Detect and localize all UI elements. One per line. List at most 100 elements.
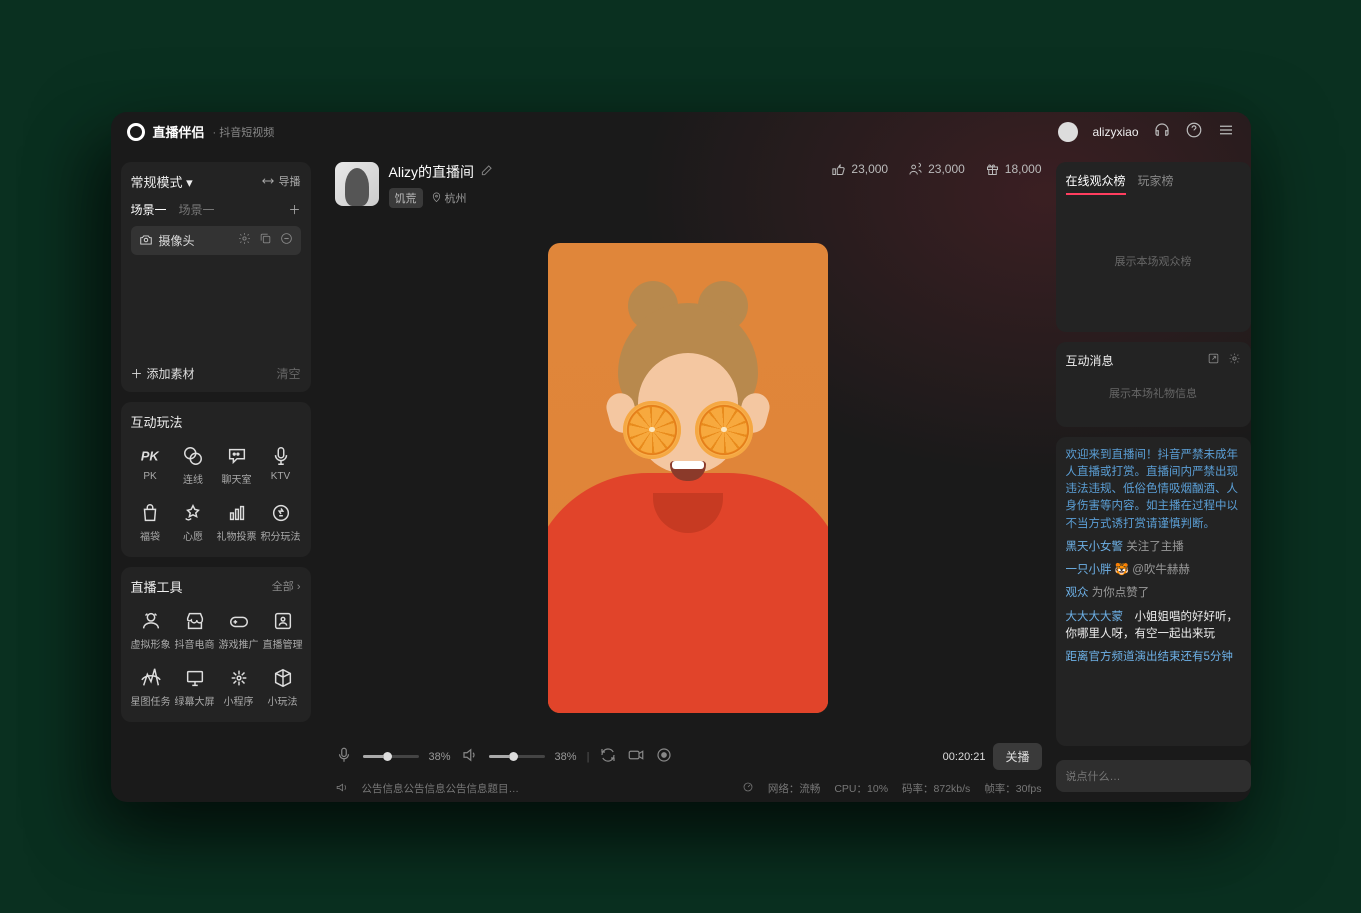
category-tag[interactable]: 饥荒: [389, 188, 423, 208]
chat-message: 一只小胖 🐯 @吹牛赫赫: [1066, 562, 1241, 579]
mic-volume-slider[interactable]: [363, 755, 419, 758]
mic-icon[interactable]: [335, 746, 353, 767]
tool-pk[interactable]: PKPK: [131, 441, 170, 490]
help-icon[interactable]: [1185, 121, 1203, 142]
chat-icon: [226, 445, 248, 467]
status-bitrate: 码率：872kb/s: [902, 781, 970, 796]
app-icon: [228, 667, 250, 689]
gift-msg-title: 互动消息: [1066, 352, 1114, 369]
add-scene-button[interactable]: ＋: [288, 201, 300, 218]
source-copy-icon[interactable]: [259, 232, 272, 248]
director-button[interactable]: 导播: [261, 173, 301, 189]
tools-section-title: 直播工具: [131, 577, 183, 596]
link-icon: [182, 445, 204, 467]
tool-screen[interactable]: 绿幕大屏: [175, 663, 215, 712]
pk-icon: PK: [139, 445, 161, 467]
star-icon: [140, 667, 162, 689]
location-tag[interactable]: 杭州: [431, 190, 467, 206]
chat-panel: 欢迎来到直播间！抖音严禁未成年人直播或打赏。直播间内严禁出现违法违规、低俗色情吸…: [1056, 437, 1251, 746]
tab-online-audience[interactable]: 在线观众榜: [1066, 172, 1126, 195]
app-title: 直播伴侣: [153, 122, 205, 141]
system-message: 欢迎来到直播间！抖音严禁未成年人直播或打赏。直播间内严禁出现违法违规、低俗色情吸…: [1066, 447, 1241, 533]
gift-settings-icon[interactable]: [1228, 352, 1241, 368]
dashboard-icon[interactable]: [742, 781, 754, 796]
announcement-text: 公告信息公告信息公告信息题目…: [362, 781, 520, 796]
menu-icon[interactable]: [1217, 121, 1235, 142]
stat-likes: 23,000: [831, 162, 888, 177]
stream-preview[interactable]: [548, 243, 828, 713]
tool-app[interactable]: 小程序: [219, 663, 259, 712]
tool-mic[interactable]: KTV: [261, 441, 301, 490]
cube-icon: [272, 667, 294, 689]
tool-manage[interactable]: 直播管理: [263, 606, 303, 655]
camera-icon[interactable]: [627, 746, 645, 767]
tools-more-button[interactable]: 全部 ›: [272, 578, 301, 594]
status-cpu: CPU：10%: [834, 781, 888, 796]
status-fps: 帧率：30fps: [984, 781, 1041, 796]
coin-icon: [270, 502, 292, 524]
chat-message: 黑天小女警 关注了主播: [1066, 539, 1241, 556]
refresh-icon[interactable]: [599, 746, 617, 767]
scene-panel: 常规模式 ▾ 导播 场景一 场景一 ＋ 摄像头: [121, 162, 311, 392]
tool-bag[interactable]: 福袋: [131, 498, 170, 547]
mic-icon: [270, 445, 292, 467]
manage-icon: [272, 610, 294, 632]
bag-icon: [139, 502, 161, 524]
tool-chat[interactable]: 聊天室: [217, 441, 257, 490]
chat-input[interactable]: 说点什么…: [1056, 760, 1251, 792]
tool-link[interactable]: 连线: [174, 441, 213, 490]
speaker-volume-slider[interactable]: [489, 755, 545, 758]
host-avatar[interactable]: [335, 162, 379, 206]
source-settings-icon[interactable]: [238, 232, 251, 248]
chat-message: 距离官方频道演出结束还有5分钟: [1066, 649, 1241, 666]
status-network: 网络：流畅: [768, 781, 821, 796]
audience-empty-text: 展示本场观众榜: [1066, 201, 1241, 322]
vote-icon: [226, 502, 248, 524]
tool-shop[interactable]: 抖音电商: [175, 606, 215, 655]
shop-icon: [184, 610, 206, 632]
tool-wish[interactable]: 心愿: [174, 498, 213, 547]
source-camera-item[interactable]: 摄像头: [131, 226, 301, 255]
popout-icon[interactable]: [1207, 352, 1220, 368]
end-stream-button[interactable]: 关播: [993, 743, 1041, 770]
room-title: Alizy的直播间: [389, 162, 475, 182]
stat-viewers: 23,000: [908, 162, 965, 177]
clear-button[interactable]: 清空: [276, 365, 300, 382]
svg-text:PK: PK: [141, 448, 161, 463]
interactive-play-panel: 互动玩法 PKPK连线聊天室KTV 福袋心愿礼物投票积分玩法: [121, 402, 311, 557]
user-name[interactable]: alizyxiao: [1092, 125, 1138, 139]
audience-panel: 在线观众榜 玩家榜 展示本场观众榜: [1056, 162, 1251, 332]
chat-message: 观众 为你点赞了: [1066, 585, 1241, 602]
user-avatar[interactable]: [1058, 122, 1078, 142]
speaker-icon[interactable]: [461, 746, 479, 767]
tool-game[interactable]: 游戏推广: [219, 606, 259, 655]
tab-players[interactable]: 玩家榜: [1138, 172, 1174, 195]
game-icon: [228, 610, 250, 632]
screen-icon: [184, 667, 206, 689]
gift-message-panel: 互动消息 展示本场礼物信息: [1056, 342, 1251, 427]
app-subtitle: · 抖音短视频: [213, 124, 275, 140]
add-material-button[interactable]: ＋ 添加素材: [131, 365, 195, 382]
live-tools-panel: 直播工具 全部 › 虚拟形象抖音电商游戏推广直播管理星图任务绿幕大屏小程序小玩法: [121, 567, 311, 722]
mode-selector[interactable]: 常规模式 ▾: [131, 172, 193, 191]
speaker-volume-value: 38%: [555, 751, 577, 763]
record-icon[interactable]: [655, 746, 673, 767]
source-delete-icon[interactable]: [280, 232, 293, 248]
mic-volume-value: 38%: [429, 751, 451, 763]
tool-star[interactable]: 星图任务: [131, 663, 171, 712]
avatar-icon: [140, 610, 162, 632]
tool-avatar[interactable]: 虚拟形象: [131, 606, 171, 655]
wish-icon: [182, 502, 204, 524]
announce-icon: [335, 781, 348, 797]
play-section-title: 互动玩法: [131, 412, 301, 431]
scene-tab-1[interactable]: 场景一: [131, 201, 167, 218]
tool-cube[interactable]: 小玩法: [263, 663, 303, 712]
scene-tab-2[interactable]: 场景一: [179, 201, 215, 218]
tool-vote[interactable]: 礼物投票: [217, 498, 257, 547]
stat-gifts: 18,000: [985, 162, 1042, 177]
chat-message: 大大大大蒙 小姐姐唱的好好听，你哪里人呀，有空一起出来玩: [1066, 609, 1241, 644]
headset-icon[interactable]: [1153, 121, 1171, 142]
stream-timer: 00:20:21: [943, 751, 986, 763]
tool-coin[interactable]: 积分玩法: [261, 498, 301, 547]
edit-title-icon[interactable]: [480, 163, 494, 180]
